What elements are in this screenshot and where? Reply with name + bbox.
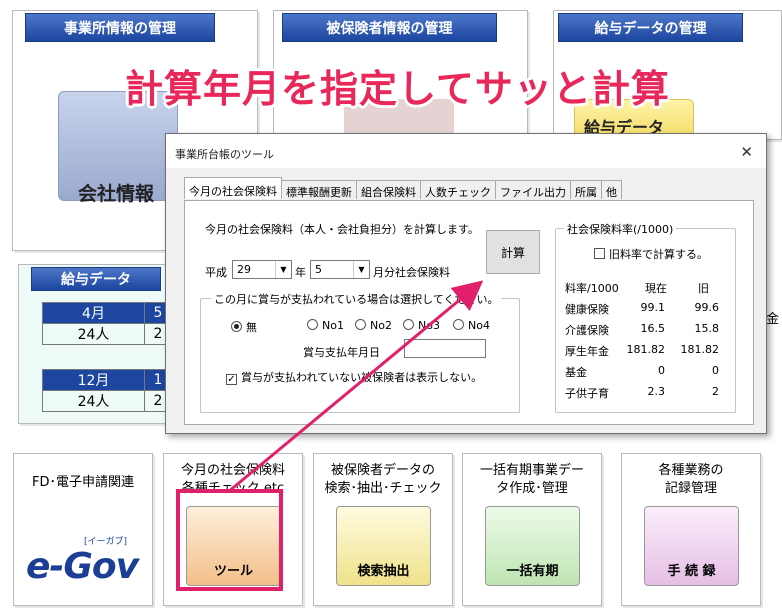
rate-row-old: 2 — [712, 385, 719, 398]
dialog-title: 事業所台帳のツール — [166, 134, 766, 168]
bonus-option-none-label: 無 — [246, 321, 257, 334]
year-select[interactable]: 29 ▼ — [232, 260, 292, 279]
kyuyo-table-2: 12月 1 24人 2 — [42, 369, 172, 412]
tab-standard-remuneration[interactable]: 標準報酬更新 — [281, 180, 357, 199]
tile-title: 各種業務の 記録管理 — [658, 463, 724, 496]
year-unit-label: 年 — [295, 266, 306, 279]
bonus-option-none[interactable]: 無 — [231, 319, 257, 335]
tab-monthly-insurance[interactable]: 今月の社会保険料 — [184, 177, 282, 199]
rate-row-name: 基金 — [565, 366, 587, 379]
tile-fd-egov[interactable]: FD･電子申請関連 [イーガブ] e-Gov — [13, 453, 153, 606]
calculate-button[interactable]: 計算 — [486, 230, 540, 274]
tab-page-monthly-insurance: 今月の社会保険料（本人・会社負担分）を計算します。 平成 29 ▼ 年 5 ▼ … — [184, 200, 754, 425]
records-icon[interactable]: 手 続 録 — [644, 506, 739, 586]
rate-row-current: 2.3 — [647, 385, 666, 398]
radio-icon[interactable] — [307, 319, 318, 330]
right-partial-label: 金 — [766, 312, 780, 327]
bonus-option-no2-label: No2 — [370, 319, 392, 332]
rate-row-name: 子供子育 — [565, 387, 609, 400]
bonus-option-no2[interactable]: No2 — [355, 319, 392, 332]
headline-caption: 計算年月を指定してサッと計算 — [125, 67, 670, 111]
kyuyo-count: 24人 — [42, 323, 145, 345]
bonus-option-no1[interactable]: No1 — [307, 319, 344, 332]
tile-bulk-project[interactable]: 一括有期事業デー タ作成･管理 一括有期 — [462, 453, 602, 606]
tab-headcount-check[interactable]: 人数チェック — [420, 180, 496, 199]
bonus-date-label: 賞与支払年月日 — [303, 346, 380, 359]
rate-row-old: 0 — [712, 364, 719, 377]
kyuyo-table-1: 4月 5 24人 2 — [42, 302, 172, 345]
rate-row-current: 99.1 — [640, 301, 666, 314]
office-panel-header: 事業所情報の管理 — [25, 13, 215, 42]
month-select[interactable]: 5 ▼ — [310, 260, 370, 279]
rates-col-old: 旧 — [698, 282, 709, 295]
bonus-option-no4-label: No4 — [468, 319, 490, 332]
radio-selected-icon[interactable] — [231, 321, 242, 332]
radio-icon[interactable] — [403, 319, 414, 330]
month-suffix-label: 月分社会保険料 — [373, 266, 450, 279]
checkmark-icon[interactable]: ✓ — [226, 374, 237, 385]
tab-file-output[interactable]: ファイル出力 — [495, 180, 571, 199]
old-rate-label: 旧料率で計算する。 — [609, 248, 708, 261]
chevron-down-icon[interactable]: ▼ — [275, 261, 291, 278]
tab-other[interactable]: 他 — [601, 180, 622, 199]
tab-union-insurance[interactable]: 組合保険料 — [356, 180, 421, 199]
close-icon[interactable]: ✕ — [740, 143, 753, 161]
checkbox-icon[interactable] — [594, 248, 605, 259]
rate-row-old: 181.82 — [680, 343, 720, 356]
rate-row-name: 介護保険 — [565, 324, 609, 337]
rate-row-current: 0 — [658, 364, 665, 377]
rate-row-old: 99.6 — [694, 301, 720, 314]
bonus-option-no4[interactable]: No4 — [453, 319, 490, 332]
rate-row-old: 15.8 — [694, 322, 720, 335]
tile-search-extract[interactable]: 被保険者データの 検索･抽出･チェック 検索抽出 — [313, 453, 453, 606]
office-ledger-tool-dialog: 事業所台帳のツール ✕ 今月の社会保険料 標準報酬更新 組合保険料 人数チェック… — [165, 133, 767, 434]
tile-records[interactable]: 各種業務の 記録管理 手 続 録 — [621, 453, 761, 606]
radio-icon[interactable] — [355, 319, 366, 330]
search-extract-icon[interactable]: 検索抽出 — [336, 506, 431, 586]
shovel-icon[interactable]: 一括有期 — [485, 506, 580, 586]
rate-row-current: 16.5 — [640, 322, 666, 335]
kyuyo-month: 12月 — [42, 369, 145, 391]
hide-unpaid-label: 賞与が支払われていない被保険者は表示しない。 — [241, 371, 483, 384]
bonus-option-no1-label: No1 — [322, 319, 344, 332]
tile-title: 一括有期事業デー タ作成･管理 — [479, 463, 584, 496]
era-label: 平成 — [205, 266, 227, 279]
kyuyo-month: 4月 — [42, 302, 145, 324]
bonus-date-input[interactable] — [404, 339, 486, 358]
bonus-option-no3[interactable]: No3 — [403, 319, 440, 332]
month-value: 5 — [315, 263, 322, 276]
bonus-group-title: この月に賞与が支払われている場合は選択してください。 — [211, 291, 502, 307]
shovel-icon-label: 一括有期 — [506, 564, 559, 579]
records-icon-label: 手 続 録 — [667, 564, 716, 579]
year-value: 29 — [237, 263, 251, 276]
tile-title: 被保険者データの 検索･抽出･チェック — [324, 463, 442, 496]
rates-col-name: 料率/1000 — [565, 282, 619, 295]
salary-panel-header: 給与データの管理 — [558, 13, 743, 42]
search-extract-icon-label: 検索抽出 — [357, 564, 410, 579]
highlight-box — [176, 489, 283, 591]
hide-unpaid-checkbox[interactable]: ✓ 賞与が支払われていない被保険者は表示しない。 — [226, 369, 482, 385]
rate-row-name: 健康保険 — [565, 303, 609, 316]
rate-row-name: 厚生年金 — [565, 345, 609, 358]
tile-title: FD･電子申請関連 — [32, 475, 134, 490]
bonus-option-no3-label: No3 — [418, 319, 440, 332]
rates-group-title: 社会保険料率(/1000) — [564, 221, 677, 237]
tab-bar: 今月の社会保険料 標準報酬更新 組合保険料 人数チェック ファイル出力 所属 他 — [184, 177, 622, 200]
description-text: 今月の社会保険料（本人・会社負担分）を計算します。 — [205, 223, 479, 236]
old-rate-checkbox[interactable]: 旧料率で計算する。 — [594, 246, 708, 262]
company-info-icon-label: 会社情報 — [78, 183, 155, 205]
tab-affiliation[interactable]: 所属 — [570, 180, 602, 199]
chevron-down-icon[interactable]: ▼ — [353, 261, 369, 278]
egov-logo: [イーガブ] e-Gov — [22, 534, 147, 594]
insured-panel-header: 被保険者情報の管理 — [282, 13, 497, 42]
egov-logo-text: e-Gov — [26, 546, 139, 587]
radio-icon[interactable] — [453, 319, 464, 330]
kyuyo-header: 給与データ — [31, 267, 161, 291]
rate-row-current: 181.82 — [626, 343, 666, 356]
bonus-groupbox: この月に賞与が支払われている場合は選択してください。 無 No1 No2 No3… — [200, 291, 520, 413]
rates-col-current: 現在 — [645, 282, 667, 295]
rates-groupbox: 社会保険料率(/1000) 旧料率で計算する。 料率/1000 現在 旧 健康保… — [555, 221, 736, 413]
kyuyo-count: 24人 — [42, 390, 145, 412]
